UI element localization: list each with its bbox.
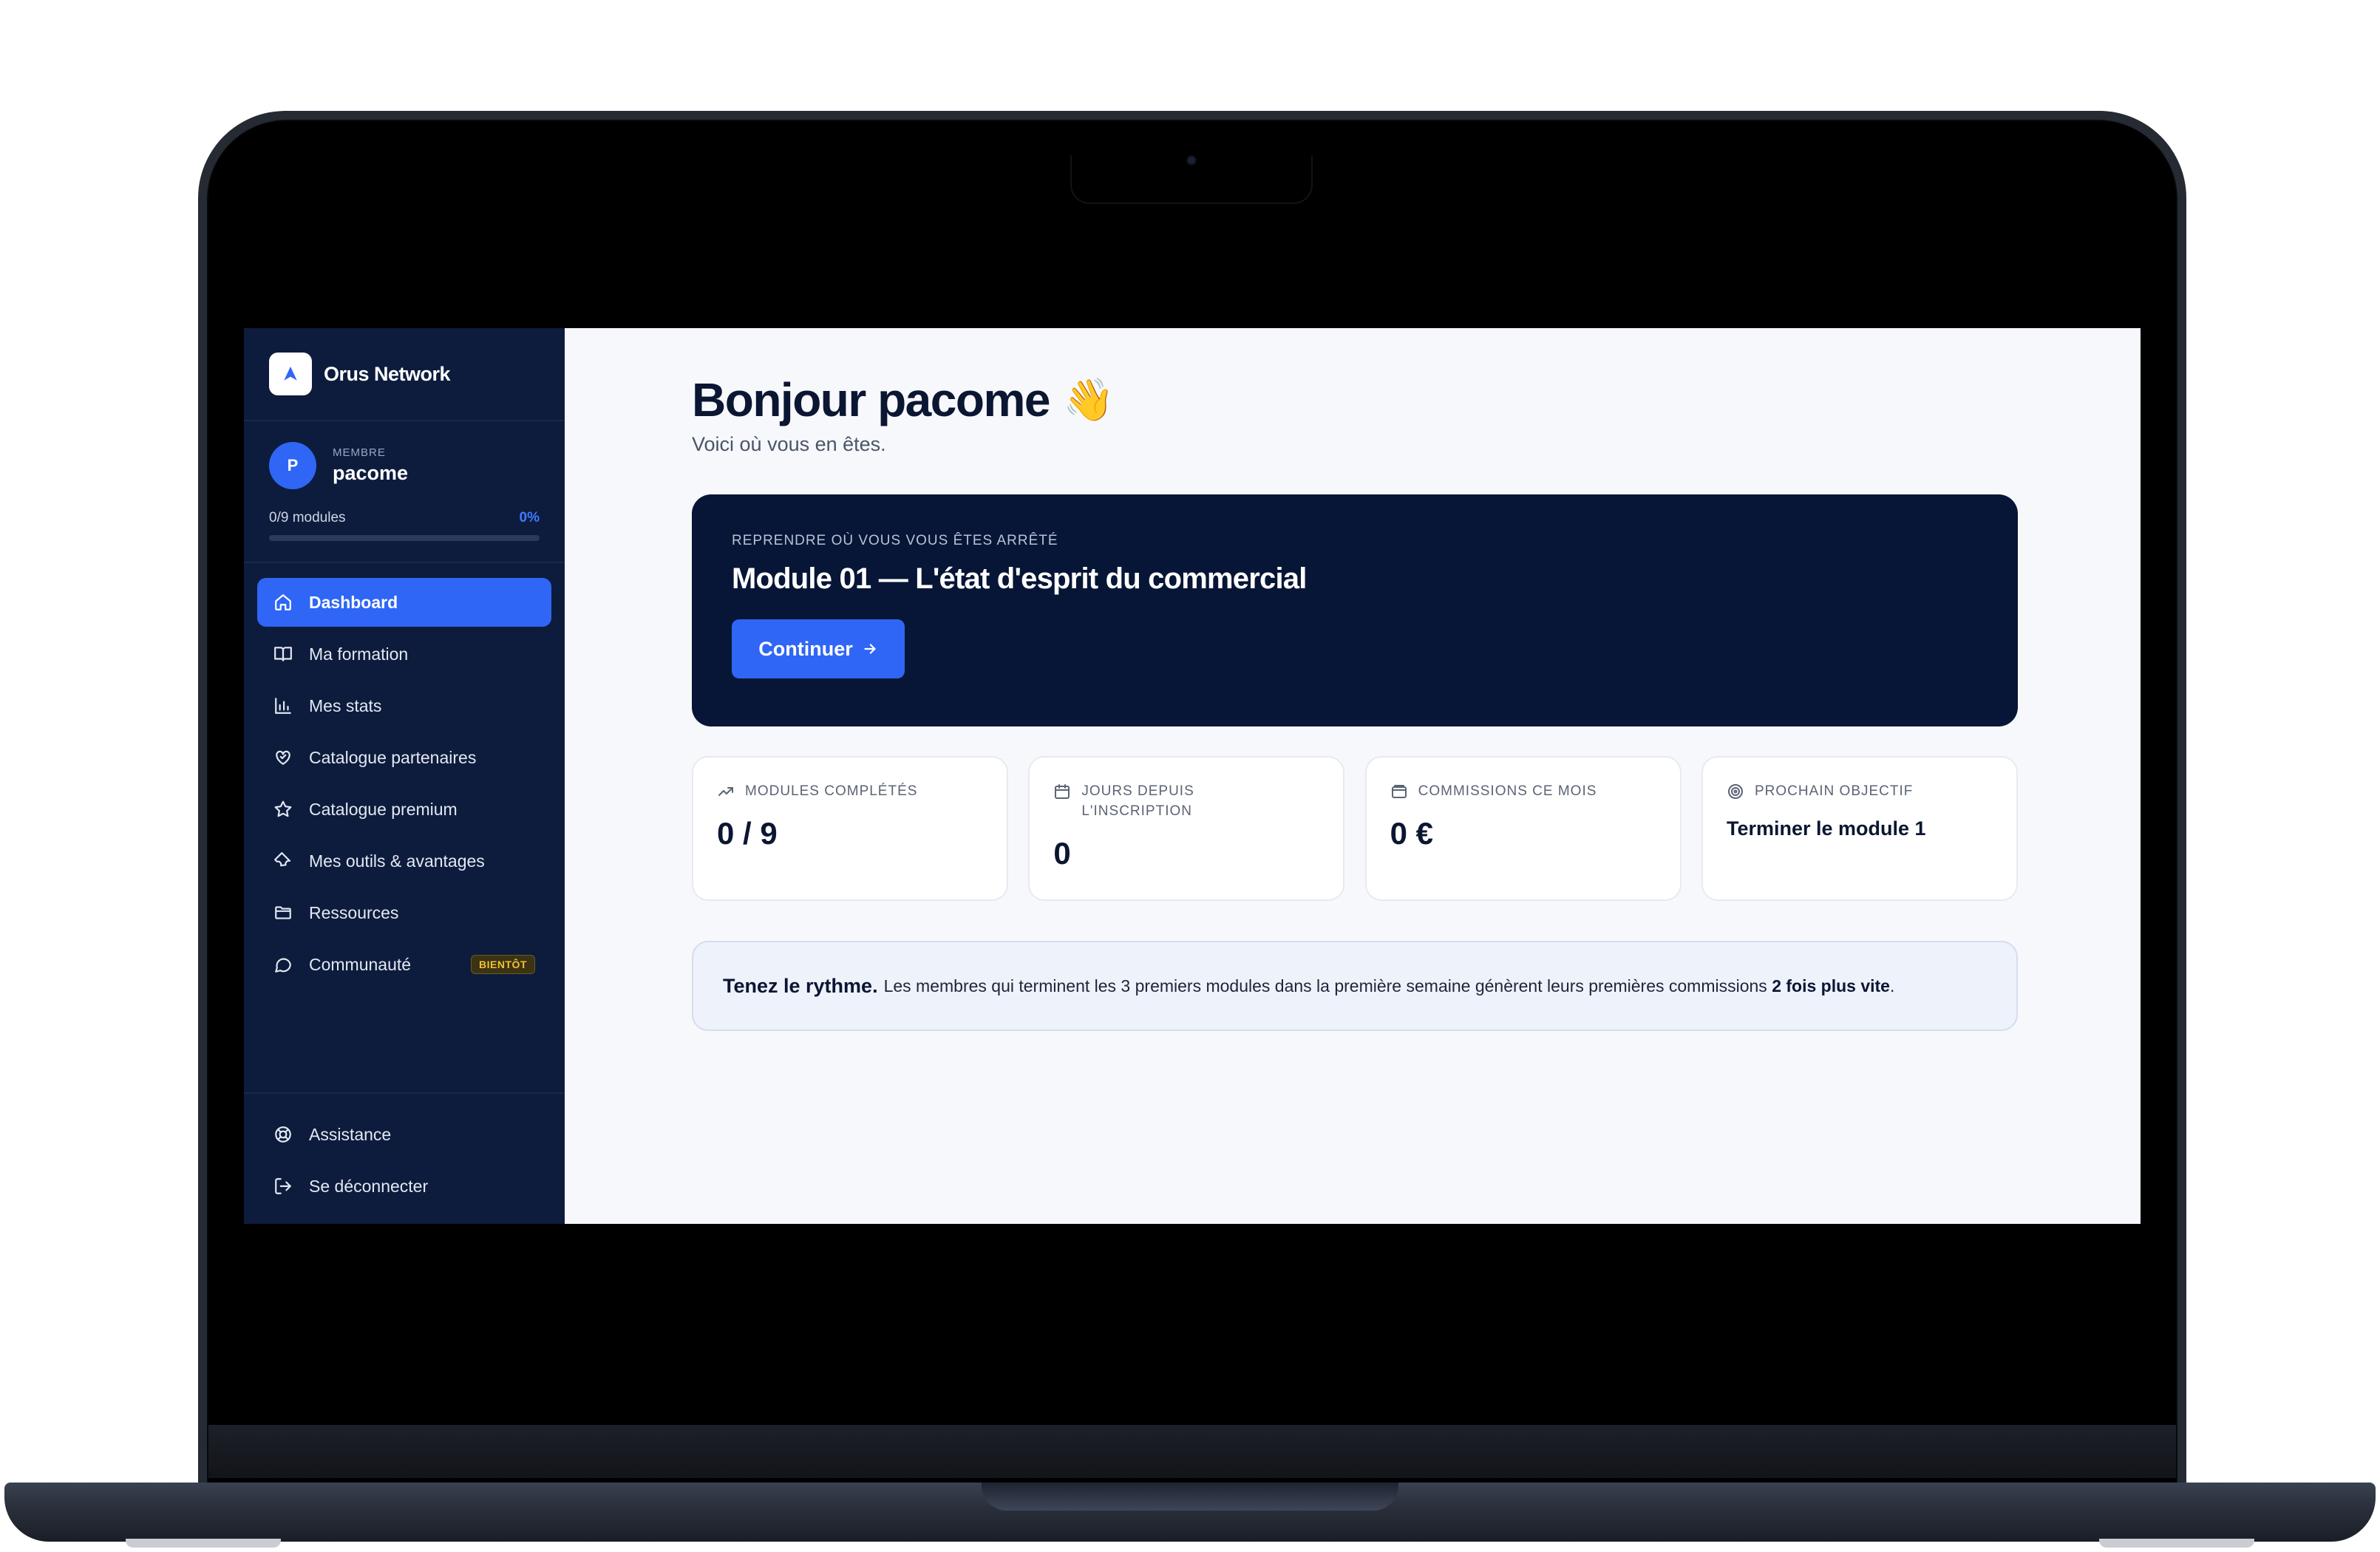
- waving-hand-icon: 👋: [1062, 376, 1115, 423]
- stat-value: 0 / 9: [717, 816, 778, 851]
- wallet-icon: [1390, 783, 1408, 800]
- sidebar-item-label: Se déconnecter: [309, 1176, 429, 1196]
- sidebar-item-mes-outils[interactable]: Mes outils & avantages: [257, 837, 551, 885]
- tip-end: .: [1889, 976, 1895, 995]
- bezel-bottom: [208, 1425, 2176, 1478]
- greeting-text: Bonjour pacome: [692, 373, 1050, 426]
- stat-label: COMMISSIONS CE MOIS: [1418, 783, 1597, 799]
- member-role: MEMBRE: [333, 446, 386, 459]
- stat-label: MODULES COMPLÉTÉS: [745, 783, 918, 799]
- target-icon: [1727, 783, 1744, 800]
- stat-card-modules: MODULES COMPLÉTÉS 0 / 9: [692, 756, 1008, 901]
- sidebar-item-ressources[interactable]: Ressources: [257, 888, 551, 937]
- stat-value: 0: [1053, 836, 1071, 871]
- logout-icon: [273, 1177, 293, 1196]
- resume-title: Module 01 — L'état d'esprit du commercia…: [732, 562, 1307, 595]
- sidebar-item-label: Assistance: [309, 1124, 392, 1144]
- sidebar-item-catalogue-partenaires[interactable]: Catalogue partenaires: [257, 733, 551, 782]
- sidebar-nav: Dashboard Ma formation Mes stats Catalog…: [244, 563, 565, 992]
- tip-emphasis: 2 fois plus vite: [1772, 976, 1890, 995]
- laptop-foot-right: [2099, 1539, 2254, 1548]
- arrow-right-icon: [864, 644, 876, 654]
- resume-kicker: REPRENDRE OÙ VOUS VOUS ÊTES ARRÊTÉ: [732, 533, 1058, 548]
- trend-up-icon: [717, 783, 735, 800]
- stat-card-commissions: COMMISSIONS CE MOIS 0 €: [1364, 756, 1682, 901]
- sidebar-item-ma-formation[interactable]: Ma formation: [257, 630, 551, 678]
- stat-label: PROCHAIN OBJECTIF: [1754, 783, 1914, 799]
- sidebar-item-label: Ressources: [309, 902, 399, 922]
- handshake-icon: [273, 748, 293, 767]
- sidebar-item-assistance[interactable]: Assistance: [257, 1110, 551, 1159]
- resume-card: REPRENDRE OÙ VOUS VOUS ÊTES ARRÊTÉ Modul…: [692, 494, 2018, 726]
- book-icon: [273, 644, 293, 664]
- sidebar-item-label: Dashboard: [309, 592, 398, 612]
- calendar-icon: [1053, 783, 1071, 800]
- bar-chart-icon: [273, 696, 293, 715]
- sidebar-item-catalogue-premium[interactable]: Catalogue premium: [257, 785, 551, 834]
- folder-icon: [273, 903, 293, 922]
- progress-label: 0/9 modules: [269, 510, 346, 525]
- stat-value: Terminer le module 1: [1726, 817, 1926, 840]
- brand-name: Orus Network: [324, 362, 451, 385]
- sidebar-item-communaute[interactable]: Communauté BIENTÔT: [257, 940, 551, 989]
- wrench-icon: [273, 851, 293, 871]
- sidebar-item-mes-stats[interactable]: Mes stats: [257, 681, 551, 730]
- app-screen: Orus Network P MEMBRE pacome 0/9 modules…: [244, 328, 2141, 1224]
- continue-button[interactable]: Continuer: [732, 619, 905, 678]
- page-subtitle: Voici où vous en êtes.: [692, 433, 886, 455]
- laptop-base-notch: [982, 1483, 1398, 1511]
- brand[interactable]: Orus Network: [244, 328, 565, 421]
- sidebar-item-label: Mes outils & avantages: [309, 851, 485, 871]
- progress-percent: 0%: [519, 510, 540, 525]
- sidebar-item-label: Mes stats: [309, 695, 382, 715]
- sidebar-item-label: Catalogue partenaires: [309, 747, 477, 767]
- main-content: Bonjour pacome 👋 Voici où vous en êtes. …: [565, 328, 2141, 1224]
- stat-card-next-goal: PROCHAIN OBJECTIF Terminer le module 1: [1701, 756, 2018, 901]
- tip-text: Les membres qui terminent les 3 premiers…: [883, 976, 1767, 995]
- sidebar: Orus Network P MEMBRE pacome 0/9 modules…: [244, 328, 565, 1224]
- page-title: Bonjour pacome 👋: [692, 372, 2141, 427]
- camera-icon: [1188, 157, 1195, 164]
- lifebuoy-icon: [273, 1125, 293, 1144]
- stat-value: 0 €: [1390, 816, 1434, 851]
- progress-bar: [269, 535, 540, 541]
- member-name: pacome: [333, 462, 409, 484]
- star-icon: [273, 800, 293, 819]
- laptop-foot-left: [126, 1539, 281, 1548]
- stats-row: MODULES COMPLÉTÉS 0 / 9 JOURS DEPUIS L'I…: [692, 756, 2018, 901]
- continue-label: Continuer: [758, 637, 853, 660]
- tip-lead: Tenez le rythme.: [723, 974, 878, 997]
- tip-banner: Tenez le rythme. Les membres qui termine…: [692, 941, 2018, 1031]
- sidebar-item-label: Ma formation: [309, 644, 409, 664]
- stat-card-days: JOURS DEPUIS L'INSCRIPTION 0: [1028, 756, 1345, 901]
- avatar[interactable]: P: [269, 442, 316, 489]
- sidebar-footer: Assistance Se déconnecter: [244, 1092, 565, 1224]
- brand-logo-icon: [269, 353, 312, 395]
- coming-soon-badge: BIENTÔT: [471, 955, 535, 974]
- home-icon: [273, 593, 293, 612]
- member-card: P MEMBRE pacome 0/9 modules 0%: [244, 421, 565, 563]
- chat-icon: [273, 955, 293, 974]
- sidebar-item-dashboard[interactable]: Dashboard: [257, 578, 551, 627]
- sidebar-item-label: Communauté: [309, 954, 412, 974]
- sidebar-item-label: Catalogue premium: [309, 799, 458, 819]
- stat-label: JOURS DEPUIS L'INSCRIPTION: [1081, 783, 1194, 819]
- sidebar-item-logout[interactable]: Se déconnecter: [257, 1162, 551, 1211]
